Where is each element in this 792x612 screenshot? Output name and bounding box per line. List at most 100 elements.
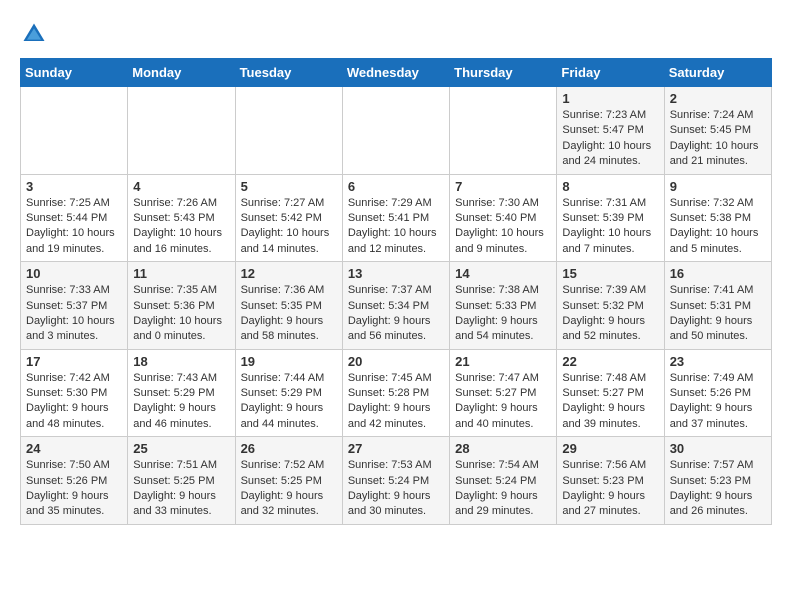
day-info: Sunrise: 7:26 AM Sunset: 5:43 PM Dayligh… <box>133 196 229 258</box>
day-number: 13 <box>348 266 444 281</box>
calendar-cell: 7Sunrise: 7:30 AM Sunset: 5:40 PM Daylig… <box>450 174 557 262</box>
calendar-cell: 3Sunrise: 7:25 AM Sunset: 5:44 PM Daylig… <box>21 174 128 262</box>
calendar-cell <box>128 87 235 175</box>
day-info: Sunrise: 7:35 AM Sunset: 5:36 PM Dayligh… <box>133 283 229 345</box>
day-info: Sunrise: 7:31 AM Sunset: 5:39 PM Dayligh… <box>562 196 658 258</box>
calendar-cell: 19 Sunrise: 7:44 AM Sunset: 5:29 PM Dayli… <box>235 349 342 437</box>
day-info: Sunrise: 7:48 AM Sunset: 5:27 PM Dayligh… <box>562 371 658 433</box>
calendar-cell: 14 Sunrise: 7:38 AM Sunset: 5:33 PM Dayli… <box>450 262 557 350</box>
day-header-monday: Monday <box>128 59 235 87</box>
day-info: Sunrise: 7:51 AM Sunset: 5:25 PM Dayligh… <box>133 458 229 520</box>
day-number: 29 <box>562 441 658 456</box>
day-info: Sunrise: 7:47 AM Sunset: 5:27 PM Dayligh… <box>455 371 551 433</box>
calendar-cell: 2 Sunrise: 7:24 AM Sunset: 5:45 PM Daylig… <box>664 87 771 175</box>
day-number: 10 <box>26 266 122 281</box>
logo <box>20 20 52 48</box>
day-info: Sunrise: 7:44 AM Sunset: 5:29 PM Dayligh… <box>241 371 337 433</box>
calendar-cell <box>450 87 557 175</box>
day-number: 17 <box>26 354 122 369</box>
day-info: Sunrise: 7:50 AM Sunset: 5:26 PM Dayligh… <box>26 458 122 520</box>
calendar-week-row: 3Sunrise: 7:25 AM Sunset: 5:44 PM Daylig… <box>21 174 772 262</box>
day-number: 9 <box>670 179 766 194</box>
day-number: 5 <box>241 179 337 194</box>
calendar-cell: 30 Sunrise: 7:57 AM Sunset: 5:23 PM Dayli… <box>664 437 771 525</box>
calendar-cell: 27 Sunrise: 7:53 AM Sunset: 5:24 PM Dayli… <box>342 437 449 525</box>
calendar-week-row: 17 Sunrise: 7:42 AM Sunset: 5:30 PM Dayli… <box>21 349 772 437</box>
calendar-cell: 12 Sunrise: 7:36 AM Sunset: 5:35 PM Dayli… <box>235 262 342 350</box>
day-info: Sunrise: 7:52 AM Sunset: 5:25 PM Dayligh… <box>241 458 337 520</box>
calendar-cell <box>21 87 128 175</box>
day-number: 20 <box>348 354 444 369</box>
calendar-cell: 28 Sunrise: 7:54 AM Sunset: 5:24 PM Dayli… <box>450 437 557 525</box>
calendar-cell: 17 Sunrise: 7:42 AM Sunset: 5:30 PM Dayli… <box>21 349 128 437</box>
day-number: 1 <box>562 91 658 106</box>
page-header <box>20 20 772 48</box>
day-number: 4 <box>133 179 229 194</box>
calendar-cell: 24 Sunrise: 7:50 AM Sunset: 5:26 PM Dayli… <box>21 437 128 525</box>
day-header-wednesday: Wednesday <box>342 59 449 87</box>
day-info: Sunrise: 7:56 AM Sunset: 5:23 PM Dayligh… <box>562 458 658 520</box>
day-info: Sunrise: 7:45 AM Sunset: 5:28 PM Dayligh… <box>348 371 444 433</box>
day-number: 15 <box>562 266 658 281</box>
calendar-cell: 25 Sunrise: 7:51 AM Sunset: 5:25 PM Dayli… <box>128 437 235 525</box>
calendar-cell: 4 Sunrise: 7:26 AM Sunset: 5:43 PM Daylig… <box>128 174 235 262</box>
day-info: Sunrise: 7:43 AM Sunset: 5:29 PM Dayligh… <box>133 371 229 433</box>
day-info: Sunrise: 7:38 AM Sunset: 5:33 PM Dayligh… <box>455 283 551 345</box>
day-number: 23 <box>670 354 766 369</box>
day-info: Sunrise: 7:37 AM Sunset: 5:34 PM Dayligh… <box>348 283 444 345</box>
calendar-cell: 20 Sunrise: 7:45 AM Sunset: 5:28 PM Dayli… <box>342 349 449 437</box>
day-info: Sunrise: 7:39 AM Sunset: 5:32 PM Dayligh… <box>562 283 658 345</box>
day-info: Sunrise: 7:42 AM Sunset: 5:30 PM Dayligh… <box>26 371 122 433</box>
calendar-cell: 22 Sunrise: 7:48 AM Sunset: 5:27 PM Dayli… <box>557 349 664 437</box>
day-number: 6 <box>348 179 444 194</box>
day-number: 27 <box>348 441 444 456</box>
day-header-sunday: Sunday <box>21 59 128 87</box>
day-info: Sunrise: 7:54 AM Sunset: 5:24 PM Dayligh… <box>455 458 551 520</box>
day-info: Sunrise: 7:29 AM Sunset: 5:41 PM Dayligh… <box>348 196 444 258</box>
day-number: 18 <box>133 354 229 369</box>
calendar-cell: 8 Sunrise: 7:31 AM Sunset: 5:39 PM Daylig… <box>557 174 664 262</box>
day-number: 8 <box>562 179 658 194</box>
day-info: Sunrise: 7:23 AM Sunset: 5:47 PM Dayligh… <box>562 108 658 170</box>
day-info: Sunrise: 7:41 AM Sunset: 5:31 PM Dayligh… <box>670 283 766 345</box>
day-number: 30 <box>670 441 766 456</box>
calendar-week-row: 24 Sunrise: 7:50 AM Sunset: 5:26 PM Dayli… <box>21 437 772 525</box>
day-number: 25 <box>133 441 229 456</box>
day-header-saturday: Saturday <box>664 59 771 87</box>
day-number: 24 <box>26 441 122 456</box>
day-info: Sunrise: 7:36 AM Sunset: 5:35 PM Dayligh… <box>241 283 337 345</box>
day-info: Sunrise: 7:49 AM Sunset: 5:26 PM Dayligh… <box>670 371 766 433</box>
calendar-cell: 9 Sunrise: 7:32 AM Sunset: 5:38 PM Daylig… <box>664 174 771 262</box>
day-info: Sunrise: 7:24 AM Sunset: 5:45 PM Dayligh… <box>670 108 766 170</box>
day-number: 21 <box>455 354 551 369</box>
day-header-friday: Friday <box>557 59 664 87</box>
calendar-cell: 15 Sunrise: 7:39 AM Sunset: 5:32 PM Dayli… <box>557 262 664 350</box>
day-number: 26 <box>241 441 337 456</box>
day-number: 14 <box>455 266 551 281</box>
day-header-thursday: Thursday <box>450 59 557 87</box>
day-info: Sunrise: 7:30 AM Sunset: 5:40 PM Dayligh… <box>455 196 551 258</box>
calendar-cell: 21 Sunrise: 7:47 AM Sunset: 5:27 PM Dayli… <box>450 349 557 437</box>
day-number: 28 <box>455 441 551 456</box>
day-info: Sunrise: 7:57 AM Sunset: 5:23 PM Dayligh… <box>670 458 766 520</box>
calendar-cell <box>235 87 342 175</box>
calendar-cell: 11Sunrise: 7:35 AM Sunset: 5:36 PM Dayli… <box>128 262 235 350</box>
calendar-table: SundayMondayTuesdayWednesdayThursdayFrid… <box>20 58 772 525</box>
calendar-cell: 10 Sunrise: 7:33 AM Sunset: 5:37 PM Dayli… <box>21 262 128 350</box>
day-info: Sunrise: 7:32 AM Sunset: 5:38 PM Dayligh… <box>670 196 766 258</box>
day-number: 2 <box>670 91 766 106</box>
logo-icon <box>20 20 48 48</box>
calendar-cell: 18 Sunrise: 7:43 AM Sunset: 5:29 PM Dayli… <box>128 349 235 437</box>
calendar-week-row: 10 Sunrise: 7:33 AM Sunset: 5:37 PM Dayli… <box>21 262 772 350</box>
day-number: 3 <box>26 179 122 194</box>
day-header-tuesday: Tuesday <box>235 59 342 87</box>
calendar-cell: 1 Sunrise: 7:23 AM Sunset: 5:47 PM Daylig… <box>557 87 664 175</box>
day-info: Sunrise: 7:27 AM Sunset: 5:42 PM Dayligh… <box>241 196 337 258</box>
day-info: Sunrise: 7:33 AM Sunset: 5:37 PM Dayligh… <box>26 283 122 345</box>
day-number: 12 <box>241 266 337 281</box>
day-number: 22 <box>562 354 658 369</box>
calendar-cell: 29 Sunrise: 7:56 AM Sunset: 5:23 PM Dayli… <box>557 437 664 525</box>
day-number: 19 <box>241 354 337 369</box>
day-info: Sunrise: 7:53 AM Sunset: 5:24 PM Dayligh… <box>348 458 444 520</box>
calendar-cell: 23 Sunrise: 7:49 AM Sunset: 5:26 PM Dayli… <box>664 349 771 437</box>
